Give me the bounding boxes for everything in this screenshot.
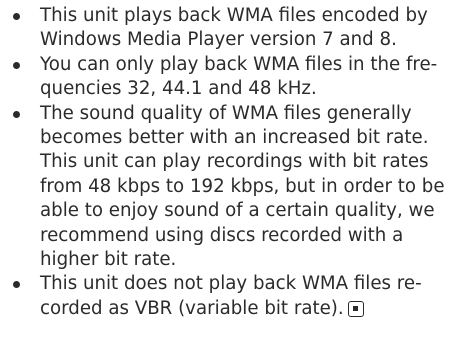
text-line: from 48 kbps to 192 kbps, but in order t… [40,175,445,197]
text-line-with-end-icon: corded as VBR (variable bit rate). [40,297,445,321]
text-line: able to enjoy sound of a certain quality… [40,200,435,222]
text-line: becomes better with an increased bit rat… [40,127,429,149]
list-item: This unit plays back WMA files encoded b… [0,4,445,53]
text-line: corded as VBR (variable bit rate). [40,297,344,319]
wma-notes-list: This unit plays back WMA files encoded b… [0,4,445,321]
list-item: The sound quality of WMA files generally… [0,102,445,273]
text-line: This unit can play recordings with bit r… [40,151,429,173]
bullet-icon [13,61,20,69]
text-line: Windows Media Player version 7 and 8. [40,29,397,51]
text-line: higher bit rate. [40,249,177,271]
list-item: This unit does not play back WMA files r… [0,272,445,321]
text-line: recommend using discs recorded with a [40,224,404,246]
document-page: This unit plays back WMA files encoded b… [0,0,468,362]
text-line: quencies 32, 44.1 and 48 kHz. [40,78,317,100]
end-of-section-icon [347,300,364,317]
bullet-icon [13,281,20,289]
list-item: You can only play back WMA files in the … [0,53,445,102]
bullet-icon [13,13,20,20]
bullet-icon [13,110,20,118]
text-line: This unit plays back WMA files encoded b… [40,5,428,26]
text-line: You can only play back WMA files in the … [40,53,438,75]
text-line: This unit does not play back WMA files r… [40,273,422,295]
text-line: The sound quality of WMA files generally [40,102,412,124]
